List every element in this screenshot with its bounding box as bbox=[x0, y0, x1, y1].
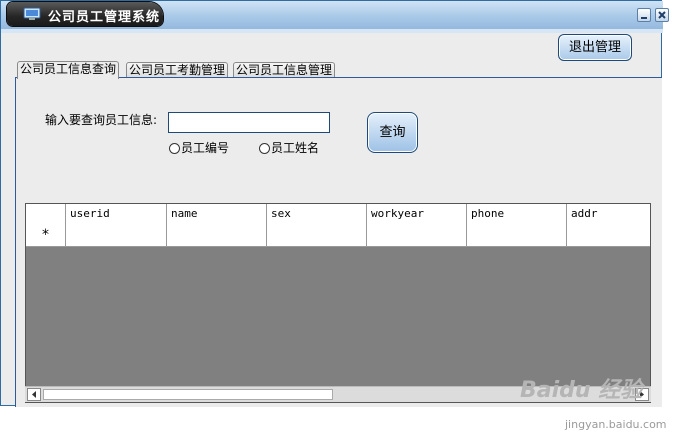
close-icon bbox=[658, 11, 666, 19]
tab-attendance-management[interactable]: 公司员工考勤管理 bbox=[126, 62, 229, 78]
grid-new-row[interactable]: * bbox=[26, 224, 650, 247]
exit-management-button[interactable]: 退出管理 bbox=[558, 34, 632, 61]
window-title: 公司员工管理系统 bbox=[48, 10, 161, 25]
new-row-cell-name[interactable] bbox=[167, 224, 267, 246]
column-header-userid[interactable]: userid bbox=[66, 204, 167, 224]
minimize-icon bbox=[641, 17, 647, 19]
search-input[interactable] bbox=[168, 112, 330, 133]
arrow-left-icon bbox=[32, 391, 36, 398]
watermark-brand: Baidu 经验 bbox=[520, 378, 643, 403]
radio-employee-name-label: 员工姓名 bbox=[271, 141, 320, 155]
column-header-sex[interactable]: sex bbox=[267, 204, 367, 224]
grid-header: userid name sex workyear phone addr bbox=[26, 204, 650, 225]
frame-edge bbox=[1, 29, 663, 33]
computer-icon bbox=[23, 7, 41, 20]
column-header-addr[interactable]: addr bbox=[567, 204, 650, 224]
search-label: 输入要查询员工信息: bbox=[45, 113, 158, 127]
scroll-left-button[interactable] bbox=[27, 388, 41, 401]
new-row-cell-addr[interactable] bbox=[567, 224, 650, 246]
minimize-button[interactable] bbox=[637, 8, 651, 22]
new-row-cell-phone[interactable] bbox=[467, 224, 567, 246]
new-row-cell-sex[interactable] bbox=[267, 224, 367, 246]
tab-employee-management[interactable]: 公司员工信息管理 bbox=[233, 62, 336, 78]
title-tab: 公司员工管理系统 bbox=[7, 2, 163, 26]
radio-circle-icon bbox=[169, 143, 180, 154]
radio-employee-id[interactable]: 员工编号 bbox=[169, 139, 230, 155]
title-bar[interactable]: 公司员工管理系统 bbox=[1, 1, 669, 29]
radio-employee-name[interactable]: 员工姓名 bbox=[259, 139, 320, 155]
tab-employee-query[interactable]: 公司员工信息查询 bbox=[17, 61, 120, 79]
column-header-phone[interactable]: phone bbox=[467, 204, 567, 224]
new-row-cell-userid[interactable] bbox=[66, 224, 167, 246]
new-row-cell-workyear[interactable] bbox=[367, 224, 467, 246]
scroll-thumb[interactable] bbox=[43, 389, 333, 400]
radio-circle-icon bbox=[259, 143, 270, 154]
column-header-name[interactable]: name bbox=[167, 204, 267, 224]
close-button[interactable] bbox=[655, 8, 669, 22]
column-header-workyear[interactable]: workyear bbox=[367, 204, 467, 224]
new-row-marker: * bbox=[26, 224, 66, 246]
radio-employee-id-label: 员工编号 bbox=[181, 141, 230, 155]
main-window: 公司员工管理系统 退出管理 公司员工信息查询 公司员工考勤管理 公司员工信息管理… bbox=[0, 0, 669, 407]
watermark-url: jingyan.baidu.com bbox=[565, 418, 667, 431]
query-button[interactable]: 查询 bbox=[367, 112, 418, 153]
grid-corner bbox=[26, 204, 66, 224]
